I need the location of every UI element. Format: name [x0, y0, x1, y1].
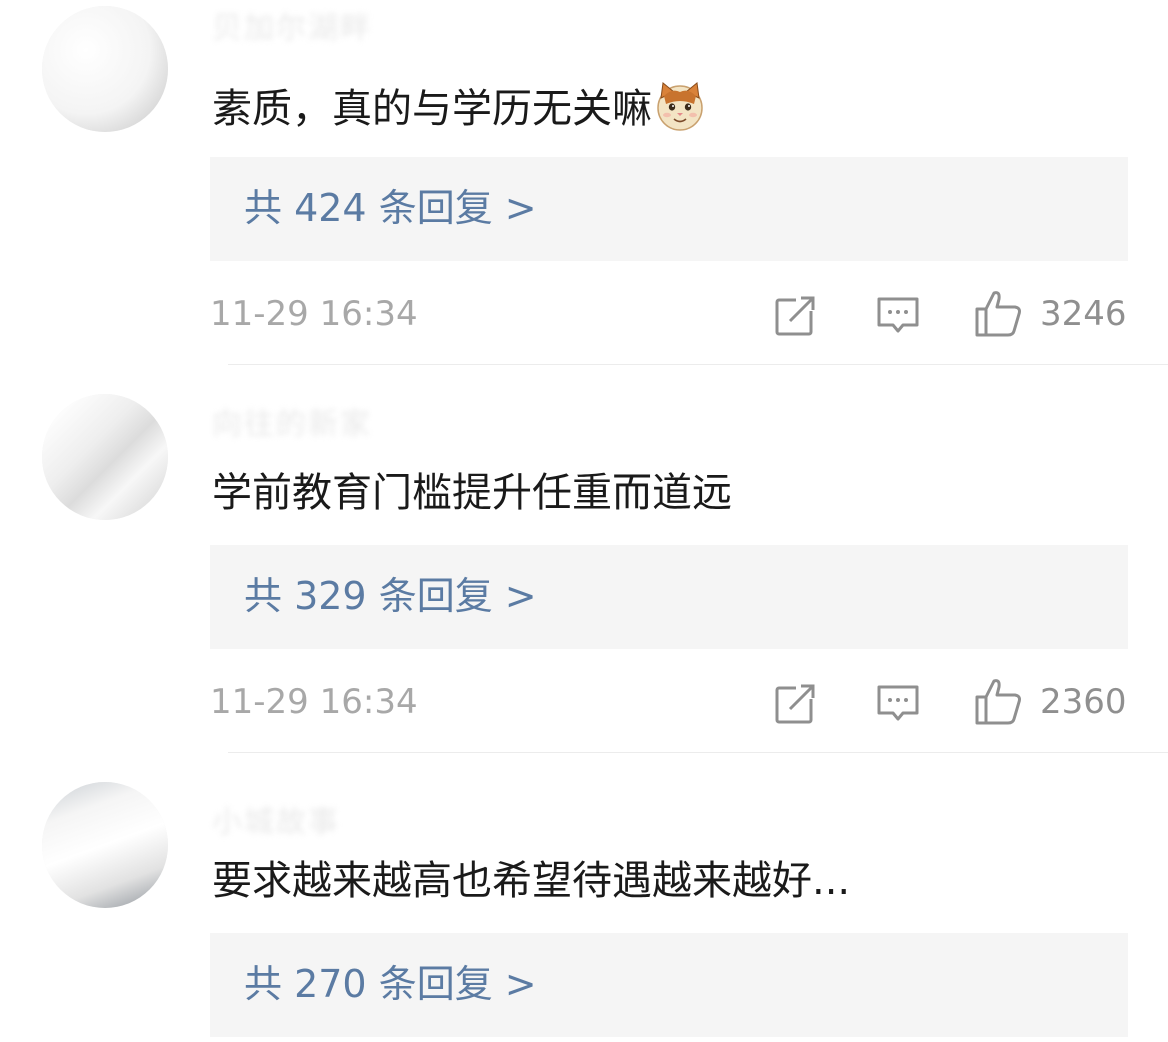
comment-meta: 11-29 16:34 3246: [0, 289, 1168, 339]
avatar-image: [42, 6, 168, 132]
avatar-image: [42, 782, 168, 908]
comment-text[interactable]: 要求越来越高也希望待遇越来越好...: [212, 856, 850, 906]
comment-username[interactable]: 小城故事: [212, 806, 340, 840]
comment-time: 11-29 16:34: [210, 294, 418, 334]
like-count: 3246: [1040, 294, 1127, 334]
share-icon[interactable]: [774, 681, 818, 725]
avatar-image: [42, 394, 168, 520]
cat-emoji-icon: [657, 82, 703, 131]
share-icon[interactable]: [774, 293, 818, 337]
replies-link[interactable]: 共 329 条回复 >: [244, 571, 537, 621]
comment-username[interactable]: 向往的新家: [212, 408, 372, 442]
comment-meta: 11-29 16:34 2360: [0, 677, 1168, 727]
comment-time: 11-29 16:34: [210, 682, 418, 722]
divider: [228, 752, 1168, 753]
avatar[interactable]: [42, 394, 168, 520]
replies-link[interactable]: 共 270 条回复 >: [244, 959, 537, 1009]
avatar[interactable]: [42, 6, 168, 132]
avatar[interactable]: [42, 782, 168, 908]
comment-text[interactable]: 学前教育门槛提升任重而道远: [212, 468, 732, 518]
replies-link[interactable]: 共 424 条回复 >: [244, 183, 537, 233]
divider: [228, 364, 1168, 365]
thumbs-up-icon[interactable]: [974, 289, 1024, 337]
comment-username[interactable]: 贝加尔湖畔: [212, 12, 372, 46]
comment-icon[interactable]: [876, 681, 920, 725]
comment-text[interactable]: 素质，真的与学历无关嘛: [212, 80, 706, 134]
replies-box[interactable]: 共 270 条回复 >: [210, 933, 1128, 1037]
thumbs-up-icon[interactable]: [974, 677, 1024, 725]
like-count: 2360: [1040, 682, 1127, 722]
replies-box[interactable]: 共 424 条回复 >: [210, 157, 1128, 261]
replies-box[interactable]: 共 329 条回复 >: [210, 545, 1128, 649]
comment-text-content: 素质，真的与学历无关嘛: [212, 86, 652, 132]
comment-icon[interactable]: [876, 293, 920, 337]
